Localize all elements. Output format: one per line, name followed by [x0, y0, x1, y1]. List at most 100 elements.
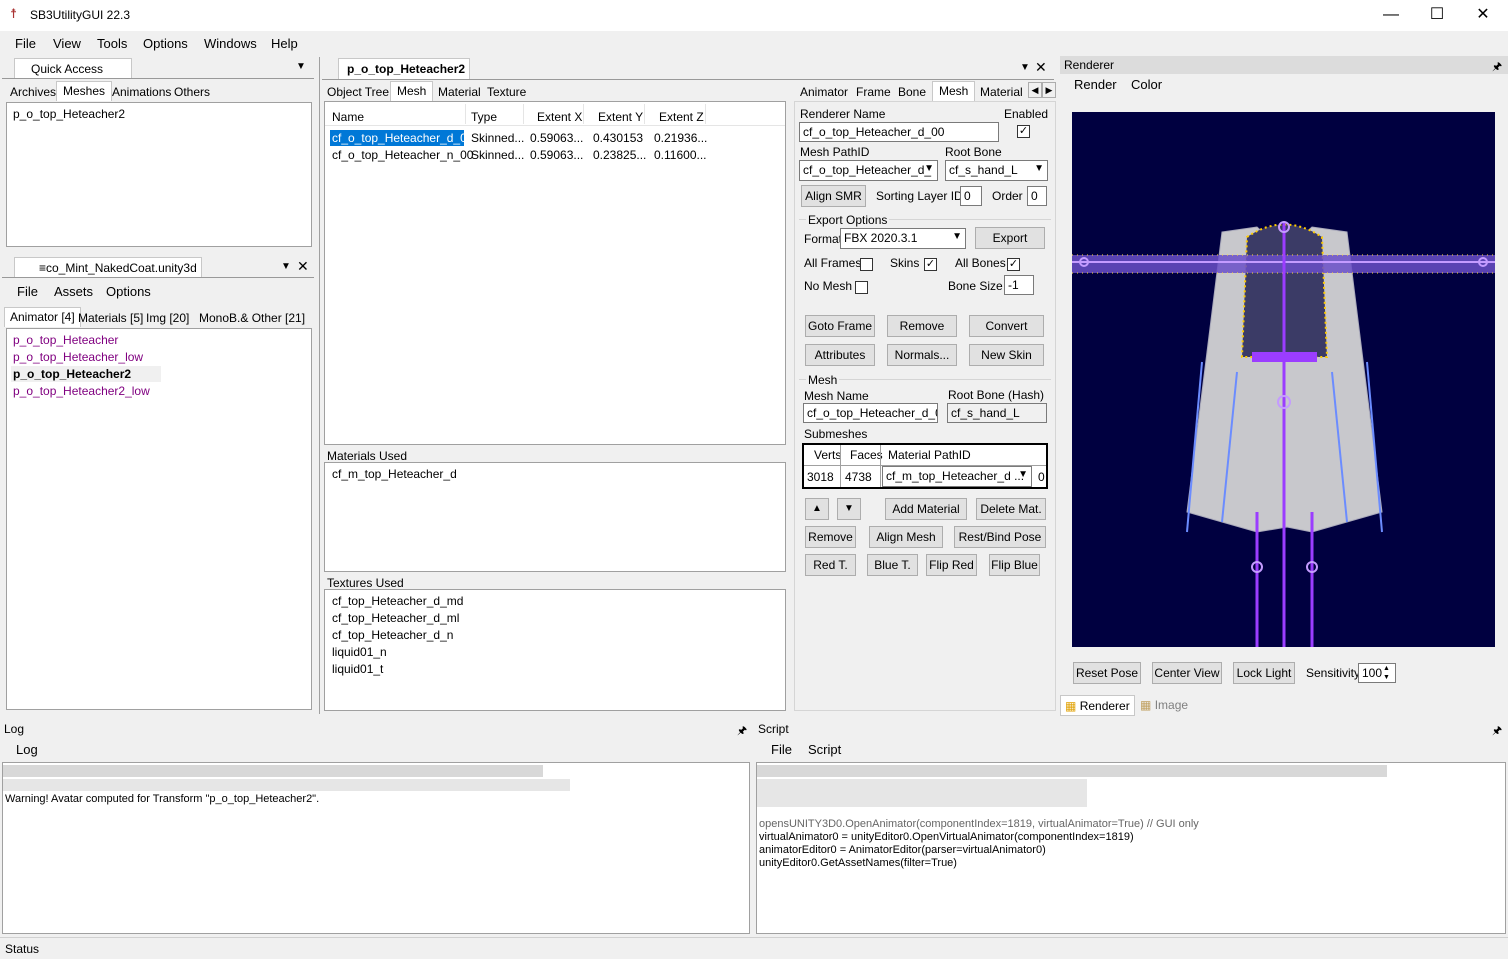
bone-size-field[interactable]: -1 — [1004, 275, 1034, 295]
tab-img[interactable]: Img [20] — [146, 311, 189, 325]
tab-materials[interactable]: Materials [5] — [78, 311, 143, 325]
mesh-name-field[interactable]: cf_o_top_Heteacher_d_00 — [803, 403, 938, 423]
flip-blue-button[interactable]: Flip Blue — [989, 554, 1040, 576]
rest-bind-pose-button[interactable]: Rest/Bind Pose — [954, 526, 1046, 548]
cell-extra[interactable]: 0 — [1038, 470, 1045, 484]
delete-mat-button[interactable]: Delete Mat. — [976, 498, 1046, 520]
quick-access-tab[interactable]: Quick Access — [14, 58, 132, 78]
tab-mesh[interactable]: Mesh — [390, 81, 434, 102]
menu-help[interactable]: Help — [271, 36, 298, 51]
tab-mesh[interactable]: Mesh — [932, 81, 976, 102]
enabled-checkbox[interactable]: ✓ — [1017, 125, 1030, 138]
list-item[interactable]: liquid01_n — [332, 645, 387, 659]
skins-checkbox[interactable]: ✓ — [924, 258, 937, 271]
tab-material[interactable]: Material — [438, 85, 481, 99]
format-select[interactable]: FBX 2020.3.1 ▼ — [840, 228, 966, 249]
menu-view[interactable]: View — [53, 36, 81, 51]
close-button[interactable]: ✕ — [1460, 0, 1506, 31]
lock-light-button[interactable]: Lock Light — [1233, 662, 1295, 684]
list-item-selected[interactable]: p_o_top_Heteacher2 — [11, 366, 161, 382]
sensitivity-field[interactable]: 100 — [1358, 663, 1396, 683]
convert-button[interactable]: Convert — [969, 315, 1044, 337]
center-view-button[interactable]: Center View — [1152, 662, 1222, 684]
col-type[interactable]: Type — [471, 110, 497, 124]
mesh-pathid-select[interactable]: cf_o_top_Heteacher_d_ ▼ — [799, 160, 938, 181]
list-item[interactable]: cf_top_Heteacher_d_n — [332, 628, 453, 642]
pin-icon[interactable]: 🖈 — [1492, 722, 1502, 741]
menu-options[interactable]: Options — [106, 284, 151, 299]
menu-tools[interactable]: Tools — [97, 36, 127, 51]
menu-windows[interactable]: Windows — [204, 36, 257, 51]
menu-script[interactable]: Script — [808, 742, 841, 757]
normals-button[interactable]: Normals... — [887, 344, 957, 366]
menu-assets[interactable]: Assets — [54, 284, 93, 299]
tab-bone[interactable]: Bone — [898, 85, 926, 99]
renderer-name-field[interactable]: cf_o_top_Heteacher_d_00 — [799, 122, 999, 142]
tab-meshes[interactable]: Meshes — [56, 81, 113, 101]
spinner-icon[interactable]: ▲ ▼ — [1383, 664, 1390, 682]
tab-animator[interactable]: Animator — [800, 85, 848, 99]
no-mesh-checkbox[interactable] — [855, 281, 868, 294]
menu-log[interactable]: Log — [16, 742, 38, 757]
cell-faces[interactable]: 4738 — [845, 470, 872, 484]
align-mesh-button[interactable]: Align Mesh — [869, 526, 943, 548]
order-field[interactable]: 0 — [1027, 186, 1047, 206]
tab-frame[interactable]: Frame — [856, 85, 891, 99]
new-skin-button[interactable]: New Skin — [969, 344, 1044, 366]
col-name[interactable]: Name — [332, 110, 364, 124]
list-item[interactable]: p_o_top_Heteacher2 — [13, 107, 125, 121]
cell-verts[interactable]: 3018 — [807, 470, 834, 484]
table-row-selected[interactable]: cf_o_top_Heteacher_d_00 — [329, 129, 473, 147]
list-item[interactable]: cf_top_Heteacher_d_md — [332, 594, 463, 608]
minimize-button[interactable]: — — [1368, 0, 1414, 31]
list-item[interactable]: cf_top_Heteacher_d_ml — [332, 611, 459, 625]
goto-frame-button[interactable]: Goto Frame — [805, 315, 875, 337]
tab-monob-other[interactable]: MonoB.& Other [21] — [199, 311, 305, 325]
list-item[interactable]: p_o_top_Heteacher — [13, 333, 118, 347]
tab-scroll-left-icon[interactable]: ◀ — [1028, 82, 1042, 98]
red-t-button[interactable]: Red T. — [805, 554, 856, 576]
menu-file[interactable]: File — [17, 284, 38, 299]
render-viewport[interactable] — [1072, 112, 1495, 647]
material-pathid-select[interactable]: cf_m_top_Heteacher_d ... ▼ — [882, 466, 1032, 487]
tab-archives[interactable]: Archives — [10, 85, 56, 99]
list-item[interactable]: liquid01_t — [332, 662, 383, 676]
menu-color[interactable]: Color — [1131, 77, 1162, 92]
tab-image[interactable]: ▦ Image — [1138, 698, 1190, 712]
script-text[interactable]: opensUNITY3D0.OpenAnimator(componentInde… — [756, 762, 1506, 934]
menu-file[interactable]: File — [771, 742, 792, 757]
all-frames-checkbox[interactable] — [860, 258, 873, 271]
remove-button[interactable]: Remove — [887, 315, 957, 337]
maximize-button[interactable]: ☐ — [1414, 0, 1460, 31]
close-icon[interactable]: ✕ — [297, 258, 309, 275]
editor-tab[interactable]: p_o_top_Heteacher2 — [338, 58, 470, 79]
blue-t-button[interactable]: Blue T. — [867, 554, 918, 576]
col-extent-z[interactable]: Extent Z — [659, 110, 704, 124]
reset-pose-button[interactable]: Reset Pose — [1073, 662, 1141, 684]
log-text[interactable]: Warning! Avatar computed for Transform "… — [2, 762, 750, 934]
root-bone-select[interactable]: cf_s_hand_L ▼ — [945, 160, 1048, 181]
col-extent-y[interactable]: Extent Y — [598, 110, 643, 124]
list-item[interactable]: p_o_top_Heteacher_low — [13, 350, 143, 364]
list-item[interactable]: p_o_top_Heteacher2_low — [13, 384, 150, 398]
cell-name[interactable]: cf_o_top_Heteacher_n_00 — [332, 148, 473, 162]
flip-red-button[interactable]: Flip Red — [926, 554, 977, 576]
close-icon[interactable]: ✕ — [1035, 59, 1047, 76]
align-smr-button[interactable]: Align SMR — [801, 185, 866, 207]
add-material-button[interactable]: Add Material — [885, 498, 967, 520]
menu-render[interactable]: Render — [1074, 77, 1117, 92]
tab-animator[interactable]: Animator [4] — [4, 307, 81, 327]
remove-submesh-button[interactable]: Remove — [805, 526, 856, 548]
tab-scroll-right-icon[interactable]: ▶ — [1042, 82, 1056, 98]
menu-options[interactable]: Options — [143, 36, 188, 51]
tab-renderer[interactable]: ▦ Renderer — [1060, 695, 1135, 716]
list-item[interactable]: cf_m_top_Heteacher_d — [332, 467, 457, 481]
attributes-button[interactable]: Attributes — [805, 344, 875, 366]
menu-file[interactable]: File — [15, 36, 36, 51]
col-extent-x[interactable]: Extent X — [537, 110, 582, 124]
tab-others[interactable]: Others — [174, 85, 210, 99]
pin-icon[interactable]: 🖈 — [737, 722, 747, 741]
sorting-layer-field[interactable]: 0 — [960, 186, 982, 206]
dropdown-icon[interactable]: ▼ — [296, 61, 306, 72]
export-button[interactable]: Export — [975, 227, 1045, 249]
